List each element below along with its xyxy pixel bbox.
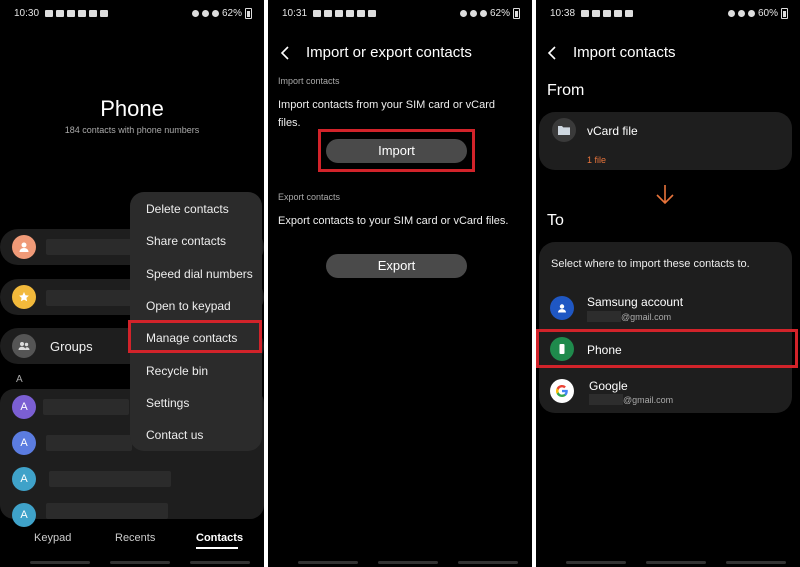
contact-avatar[interactable]: A bbox=[12, 467, 36, 491]
import-contacts-screen: 10:38 60% Import contacts From vCard fil… bbox=[536, 0, 800, 567]
tab-contacts[interactable]: Contacts bbox=[196, 532, 243, 544]
nav-bar-segment bbox=[566, 561, 626, 564]
section-letter: A bbox=[16, 374, 23, 385]
star-icon bbox=[12, 285, 36, 309]
contact-avatar[interactable]: A bbox=[12, 395, 36, 419]
menu-delete-contacts[interactable]: Delete contacts bbox=[146, 202, 229, 216]
contact-name-redacted[interactable] bbox=[46, 503, 168, 519]
status-bar: 10:31 62% bbox=[282, 6, 520, 20]
export-button[interactable]: Export bbox=[326, 254, 467, 278]
vcard-title: vCard file bbox=[587, 124, 638, 138]
favorites-redacted bbox=[46, 290, 132, 306]
contacts-screen: 10:30 62% Phone 184 contacts with phone … bbox=[0, 0, 264, 567]
google-email: @gmail.com bbox=[623, 395, 674, 405]
header: Import contacts bbox=[545, 44, 676, 61]
samsung-account-title[interactable]: Samsung account bbox=[587, 295, 683, 309]
system-icons: 60% bbox=[727, 7, 788, 19]
status-time: 10:38 bbox=[550, 7, 576, 19]
google-icon[interactable] bbox=[550, 379, 574, 403]
back-arrow-icon[interactable] bbox=[278, 45, 294, 61]
contact-name-redacted[interactable] bbox=[43, 399, 129, 415]
to-label: To bbox=[547, 212, 564, 229]
status-bar: 10:38 60% bbox=[550, 6, 788, 20]
page-title: Import contacts bbox=[573, 44, 676, 61]
contact-avatar[interactable]: A bbox=[12, 431, 36, 455]
tab-keypad[interactable]: Keypad bbox=[34, 532, 71, 544]
groups-label: Groups bbox=[50, 339, 93, 354]
profile-name-redacted bbox=[46, 239, 132, 255]
export-description: Export contacts to your SIM card or vCar… bbox=[278, 215, 509, 227]
google-title[interactable]: Google bbox=[589, 379, 628, 393]
menu-share-contacts[interactable]: Share contacts bbox=[146, 234, 226, 248]
arrow-down-icon bbox=[656, 185, 674, 205]
system-icons: 62% bbox=[459, 7, 520, 19]
nav-bar-segment bbox=[30, 561, 90, 564]
notification-icons bbox=[45, 9, 109, 17]
status-time: 10:31 bbox=[282, 7, 308, 19]
battery-icon bbox=[513, 7, 520, 19]
page-title: Import or export contacts bbox=[306, 44, 472, 61]
status-time: 10:30 bbox=[14, 7, 40, 19]
status-bar: 10:30 62% bbox=[14, 6, 252, 20]
export-section-label: Export contacts bbox=[278, 192, 341, 202]
nav-bar-segment bbox=[458, 561, 518, 564]
contacts-count: 184 contacts with phone numbers bbox=[64, 125, 200, 135]
nav-bar-segment bbox=[298, 561, 358, 564]
contact-name-redacted[interactable] bbox=[46, 435, 132, 451]
highlight-phone bbox=[536, 329, 798, 368]
menu-open-keypad[interactable]: Open to keypad bbox=[146, 299, 231, 313]
active-tab-indicator bbox=[196, 547, 238, 549]
profile-icon bbox=[12, 235, 36, 259]
groups-icon bbox=[12, 334, 36, 358]
back-arrow-icon[interactable] bbox=[545, 45, 561, 61]
from-label: From bbox=[547, 82, 585, 99]
samsung-email-redacted bbox=[587, 311, 621, 322]
battery-percent: 62% bbox=[489, 7, 510, 19]
menu-settings[interactable]: Settings bbox=[146, 396, 189, 410]
nav-bar-segment bbox=[726, 561, 786, 564]
contact-name-redacted[interactable] bbox=[49, 471, 171, 487]
menu-speed-dial[interactable]: Speed dial numbers bbox=[146, 267, 253, 281]
import-export-screen: 10:31 62% Import or export contacts Impo… bbox=[268, 0, 532, 567]
menu-contact-us[interactable]: Contact us bbox=[146, 428, 203, 442]
samsung-email: @gmail.com bbox=[621, 312, 672, 322]
samsung-account-icon[interactable] bbox=[550, 296, 574, 320]
google-email-redacted bbox=[589, 394, 623, 405]
contact-avatar[interactable]: A bbox=[12, 503, 36, 527]
destination-prompt: Select where to import these contacts to… bbox=[551, 258, 750, 270]
import-section-label: Import contacts bbox=[278, 76, 340, 86]
page-title: Phone bbox=[100, 96, 164, 121]
highlight-import bbox=[318, 129, 475, 172]
notification-icons bbox=[313, 9, 377, 17]
vcard-source-card[interactable]: vCard file 1 file bbox=[539, 112, 792, 170]
nav-bar-segment bbox=[646, 561, 706, 564]
nav-bar-segment bbox=[110, 561, 170, 564]
battery-percent: 60% bbox=[757, 7, 778, 19]
battery-icon bbox=[781, 7, 788, 19]
nav-bar-segment bbox=[190, 561, 250, 564]
import-description: Import contacts from your SIM card or vC… bbox=[278, 99, 496, 129]
header: Import or export contacts bbox=[278, 44, 472, 61]
tab-recents[interactable]: Recents bbox=[115, 532, 155, 544]
battery-icon bbox=[245, 7, 252, 19]
vcard-count: 1 file bbox=[587, 155, 607, 165]
folder-icon bbox=[552, 118, 576, 142]
destination-card: Select where to import these contacts to… bbox=[539, 242, 792, 413]
highlight-manage-contacts bbox=[128, 320, 262, 353]
system-icons: 62% bbox=[191, 7, 252, 19]
menu-recycle-bin[interactable]: Recycle bin bbox=[146, 364, 208, 378]
notification-icons bbox=[581, 9, 634, 17]
nav-bar-segment bbox=[378, 561, 438, 564]
battery-percent: 62% bbox=[221, 7, 242, 19]
